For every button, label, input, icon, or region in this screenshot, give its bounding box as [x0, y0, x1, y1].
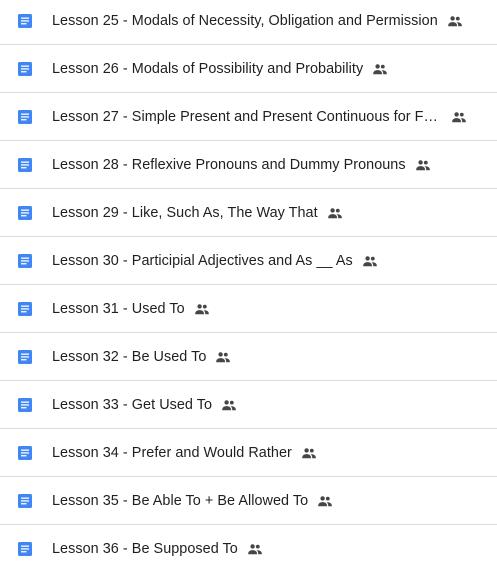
- file-row[interactable]: Lesson 34 - Prefer and Would Rather: [0, 429, 497, 477]
- file-name: Lesson 28 - Reflexive Pronouns and Dummy…: [52, 156, 406, 173]
- file-name: Lesson 25 - Modals of Necessity, Obligat…: [52, 12, 438, 29]
- people-icon: [221, 397, 237, 413]
- google-doc-icon: [17, 253, 33, 269]
- people-icon: [301, 445, 317, 461]
- file-name: Lesson 32 - Be Used To: [52, 348, 207, 365]
- file-row[interactable]: Lesson 31 - Used To: [0, 285, 497, 333]
- file-row[interactable]: Lesson 28 - Reflexive Pronouns and Dummy…: [0, 141, 497, 189]
- google-doc-icon: [17, 61, 33, 77]
- file-row[interactable]: Lesson 26 - Modals of Possibility and Pr…: [0, 45, 497, 93]
- file-row[interactable]: Lesson 32 - Be Used To: [0, 333, 497, 381]
- google-doc-icon: [17, 397, 33, 413]
- people-icon: [215, 349, 231, 365]
- google-doc-icon: [17, 205, 33, 221]
- people-icon: [362, 253, 378, 269]
- google-doc-icon: [17, 301, 33, 317]
- file-row[interactable]: Lesson 36 - Be Supposed To: [0, 525, 497, 572]
- google-doc-icon: [17, 445, 33, 461]
- google-doc-icon: [17, 349, 33, 365]
- people-icon: [327, 205, 343, 221]
- file-name: Lesson 36 - Be Supposed To: [52, 540, 238, 557]
- google-doc-icon: [17, 13, 33, 29]
- people-icon: [247, 541, 263, 557]
- people-icon: [372, 61, 388, 77]
- file-row[interactable]: Lesson 27 - Simple Present and Present C…: [0, 93, 497, 141]
- file-name: Lesson 34 - Prefer and Would Rather: [52, 444, 292, 461]
- file-row[interactable]: Lesson 33 - Get Used To: [0, 381, 497, 429]
- people-icon: [194, 301, 210, 317]
- people-icon: [451, 109, 467, 125]
- google-doc-icon: [17, 157, 33, 173]
- file-list: Lesson 25 - Modals of Necessity, Obligat…: [0, 0, 497, 572]
- file-row[interactable]: Lesson 25 - Modals of Necessity, Obligat…: [0, 0, 497, 45]
- people-icon: [447, 13, 463, 29]
- google-doc-icon: [17, 541, 33, 557]
- file-name: Lesson 27 - Simple Present and Present C…: [52, 108, 442, 125]
- file-name: Lesson 31 - Used To: [52, 300, 185, 317]
- file-row[interactable]: Lesson 29 - Like, Such As, The Way That: [0, 189, 497, 237]
- file-name: Lesson 35 - Be Able To + Be Allowed To: [52, 492, 309, 509]
- file-row[interactable]: Lesson 35 - Be Able To + Be Allowed To: [0, 477, 497, 525]
- people-icon: [415, 157, 431, 173]
- file-name: Lesson 30 - Participial Adjectives and A…: [52, 252, 353, 269]
- file-name: Lesson 33 - Get Used To: [52, 396, 213, 413]
- file-row[interactable]: Lesson 30 - Participial Adjectives and A…: [0, 237, 497, 285]
- google-doc-icon: [17, 493, 33, 509]
- file-name: Lesson 29 - Like, Such As, The Way That: [52, 204, 318, 221]
- google-doc-icon: [17, 109, 33, 125]
- people-icon: [317, 493, 333, 509]
- file-name: Lesson 26 - Modals of Possibility and Pr…: [52, 60, 364, 77]
